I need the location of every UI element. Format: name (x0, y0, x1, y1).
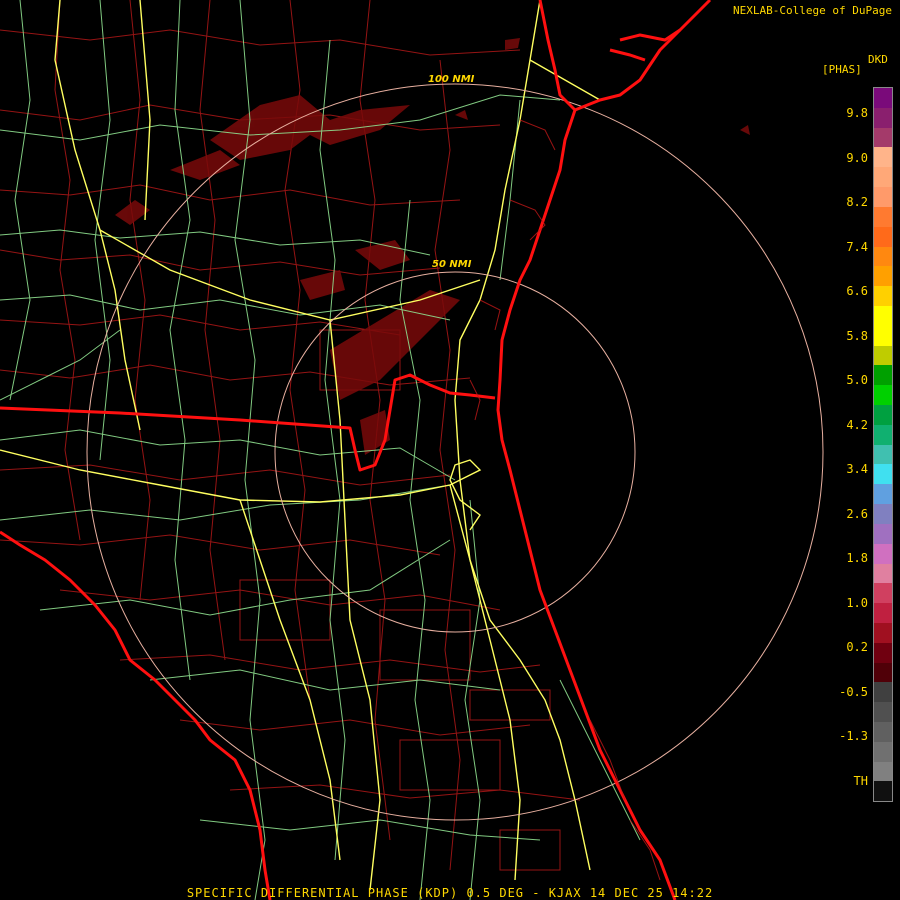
color-scale-tick: TH (853, 773, 868, 788)
color-scale-swatch (874, 206, 892, 227)
color-scale-swatch (874, 504, 892, 524)
color-scale-tick: 4.2 (846, 417, 868, 432)
range-ring-100 (86, 83, 824, 821)
color-scale-swatch (874, 662, 892, 683)
color-scale-swatch (874, 286, 892, 306)
color-scale-tick: 1.8 (846, 551, 868, 565)
color-scale-tick: 9.0 (846, 150, 868, 165)
color-scale-tick: 8.2 (846, 195, 868, 209)
color-scale-swatch (874, 484, 892, 505)
color-scale-tick: 2.6 (846, 506, 868, 521)
color-scale-swatch (874, 424, 892, 445)
coastal-marsh (469, 119, 661, 881)
color-scale-swatch (874, 405, 892, 425)
color-scale-swatch (874, 187, 892, 207)
color-scale-swatch (874, 147, 892, 168)
color-scale-tick: 0.2 (846, 640, 868, 654)
color-scale-swatch (874, 365, 892, 386)
color-scale-tick: 1.0 (846, 595, 868, 610)
color-scale-swatch (874, 523, 892, 544)
color-scale-tick: 5.0 (846, 373, 868, 387)
color-scale-tick: 7.4 (846, 239, 868, 254)
product-caption: SPECIFIC DIFFERENTIAL PHASE (KDP) 0.5 DE… (186, 886, 714, 900)
range-ring-50-label: 50 NMI (432, 259, 472, 270)
color-scale-tick: 3.4 (846, 462, 868, 476)
color-scale-tick: -0.5 (839, 684, 868, 699)
color-scale-swatch (874, 781, 892, 802)
color-scale-swatch (874, 167, 892, 188)
color-scale-swatch (874, 464, 892, 485)
color-scale-swatch (874, 444, 892, 465)
color-scale-tick: 5.8 (846, 328, 868, 343)
color-scale-swatch (874, 266, 892, 287)
color-scale-swatch (874, 127, 892, 148)
color-scale-swatch (874, 325, 892, 346)
color-scale-tick: 9.8 (846, 106, 868, 120)
unit-label: [PHAS] (822, 63, 862, 76)
color-scale-swatch (874, 583, 892, 604)
color-scale-swatch (874, 702, 892, 722)
color-scale-bar (873, 87, 893, 802)
color-scale-swatch (874, 622, 892, 643)
color-scale-swatch (874, 345, 892, 366)
color-scale-swatch (874, 722, 892, 742)
color-scale-swatch (874, 305, 892, 326)
color-scale-swatch (874, 682, 892, 703)
color-scale-swatch (874, 642, 892, 663)
product-code: DKD (868, 53, 888, 66)
radar-map: 50 NMI 100 NMI (0, 0, 824, 900)
color-scale-swatch (874, 88, 892, 108)
color-scale-tick: 6.6 (846, 284, 868, 298)
color-scale-swatch (874, 246, 892, 267)
color-scale-swatch (874, 563, 892, 584)
color-scale-swatch (874, 543, 892, 564)
color-scale-swatch (874, 741, 892, 762)
color-scale-swatch (874, 385, 892, 405)
color-scale-swatch (874, 226, 892, 247)
color-scale-swatch (874, 107, 892, 128)
color-scale-swatch (874, 603, 892, 623)
credit-label: NEXLAB-College of DuPage (733, 4, 892, 17)
color-scale-tick: -1.3 (839, 729, 868, 743)
radar-echoes (115, 38, 750, 455)
range-rings (86, 83, 824, 821)
range-ring-100-label: 100 NMI (428, 74, 475, 85)
color-scale-swatch (874, 761, 892, 782)
coastline (496, 0, 712, 900)
